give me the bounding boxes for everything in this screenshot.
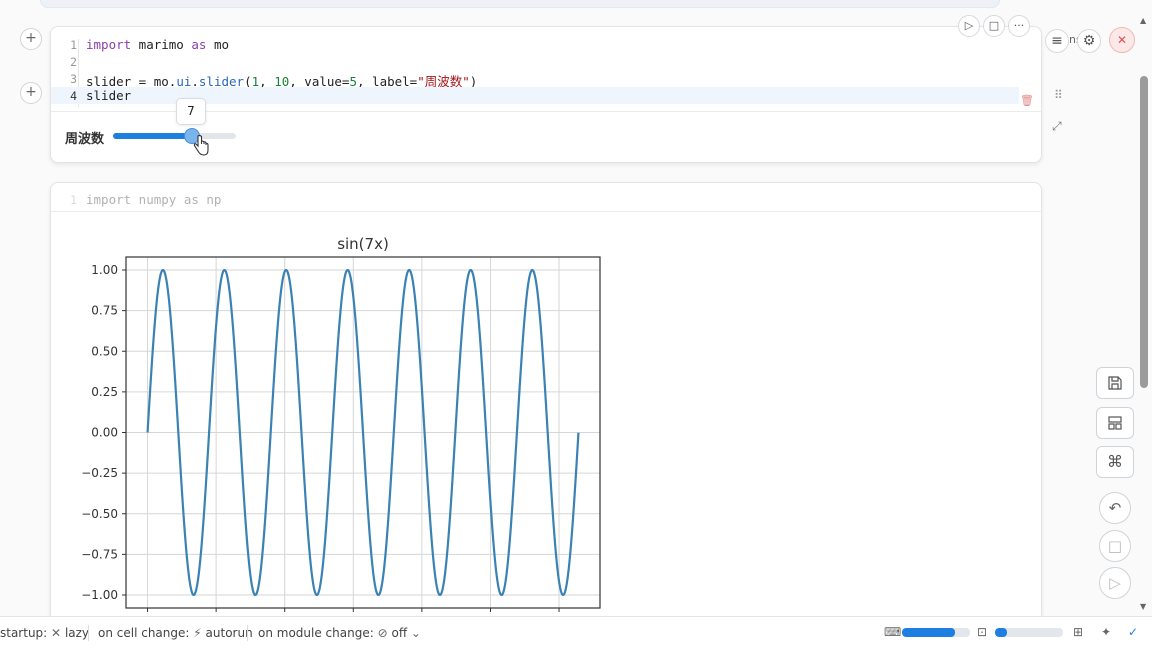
- module-change-setting[interactable]: on module change: ⊘ off ⌄: [258, 626, 421, 640]
- cpu-usage-bar[interactable]: [995, 628, 1063, 637]
- slider-label: 周波数: [65, 132, 105, 147]
- code-line: 2: [51, 53, 1019, 70]
- run-cell-button[interactable]: ▷: [958, 15, 980, 37]
- slider-track[interactable]: [113, 128, 236, 144]
- code-editor[interactable]: 1 import numpy as np: [51, 189, 1041, 209]
- y-tick-label: −0.75: [81, 547, 118, 561]
- layout-icon: [1108, 416, 1122, 430]
- scroll-up-icon[interactable]: ▲: [1140, 16, 1146, 25]
- code-token: slider: [86, 88, 132, 103]
- stop-icon: □: [1107, 537, 1123, 555]
- layout-button[interactable]: [1096, 407, 1134, 439]
- y-tick-label: 0.75: [91, 304, 118, 318]
- startup-label: startup:: [0, 626, 48, 640]
- y-tick-label: −0.50: [81, 507, 118, 521]
- status-bar: startup: ✕ lazy on cell change: ⚡ autoru…: [0, 616, 1152, 648]
- close-button[interactable]: ✕: [1109, 27, 1135, 53]
- ai-sparkle-icon[interactable]: ✦: [1101, 625, 1111, 639]
- cell-change-label: on cell change:: [98, 626, 190, 640]
- module-change-label: on module change:: [258, 626, 374, 640]
- startup-setting[interactable]: startup: ✕ lazy: [0, 626, 89, 640]
- stop-all-button[interactable]: □: [1099, 530, 1131, 562]
- y-tick-label: 1.00: [91, 263, 118, 277]
- expand-icon[interactable]: ⤢: [1052, 119, 1062, 134]
- line-number: 4: [70, 89, 77, 103]
- code-line: 3 slider = mo.ui.slider(1, 10, value=5, …: [51, 70, 1019, 89]
- command-icon: ⌘: [1107, 452, 1123, 471]
- code-token: mo: [206, 37, 230, 52]
- drag-handle-icon[interactable]: ⠿: [1054, 89, 1063, 101]
- run-all-button[interactable]: ▷: [1099, 567, 1131, 599]
- keyword: import: [86, 37, 132, 52]
- slider-fill: [113, 133, 193, 139]
- divider: [88, 625, 89, 641]
- y-tick-label: 0.50: [91, 344, 118, 358]
- cpu-usage-fill: [995, 628, 1008, 637]
- scroll-down-icon[interactable]: ▼: [1140, 602, 1146, 611]
- cell-change-value: autorun: [205, 626, 253, 640]
- line-number: 2: [70, 55, 77, 69]
- chart-title: sin(7x): [337, 235, 389, 253]
- undo-button[interactable]: ↶: [1099, 492, 1131, 524]
- add-cell-above-button[interactable]: +: [20, 28, 42, 50]
- module-change-value: off: [391, 626, 408, 640]
- scrollbar-thumb[interactable]: [1140, 76, 1148, 388]
- slider-value-tooltip: 7: [176, 98, 206, 125]
- chevron-down-icon: ⌄: [410, 626, 421, 640]
- connection-status-icon[interactable]: ✓: [1128, 625, 1138, 639]
- y-tick-label: −1.00: [81, 588, 118, 602]
- notebook-title-bar[interactable]: [40, 0, 1000, 8]
- save-button[interactable]: [1096, 367, 1134, 399]
- startup-value: lazy: [64, 626, 90, 640]
- y-tick-label: 0.25: [91, 385, 118, 399]
- reload-off-icon: ⊘: [377, 626, 388, 640]
- menu-button[interactable]: ≡: [1045, 29, 1069, 53]
- line-number: 1: [70, 38, 77, 52]
- lazy-icon: ✕: [51, 626, 62, 640]
- code-line: 1 import marimo as mo: [51, 36, 1019, 53]
- settings-gear-button[interactable]: ⚙: [1077, 29, 1101, 53]
- y-tick-label: −0.25: [81, 466, 118, 480]
- keyword: as: [191, 37, 207, 52]
- output-divider: [51, 211, 1041, 212]
- command-palette-button[interactable]: ⌘: [1096, 446, 1134, 478]
- add-cell-below-button[interactable]: +: [20, 82, 42, 104]
- hand-cursor-icon: [193, 135, 209, 156]
- y-tick-label: 0.00: [91, 426, 118, 440]
- autorun-icon: ⚡: [193, 626, 202, 640]
- cell-more-button[interactable]: ···: [1008, 15, 1030, 37]
- delete-cell-icon[interactable]: 🗑: [1020, 94, 1034, 108]
- memory-usage-fill: [902, 628, 956, 637]
- plot-cell[interactable]: 1 import numpy as np sin(7x) 1.00 0.75 0.50…: [50, 182, 1042, 622]
- undo-icon: ↶: [1108, 499, 1122, 517]
- sine-chart: sin(7x) 1.00 0.75 0.50 0.25 0.00 −0.25 −0.50 −0.…: [81, 235, 601, 612]
- top-bar: [0, 0, 1152, 16]
- line-number: 1: [70, 193, 77, 207]
- run-icon: ▷: [1109, 574, 1121, 592]
- stop-cell-button[interactable]: □: [983, 15, 1005, 37]
- memory-usage-bar[interactable]: [902, 628, 970, 637]
- map-icon[interactable]: ⊞: [1073, 625, 1083, 639]
- cell-change-setting[interactable]: on cell change: ⚡ autorun: [98, 626, 253, 640]
- cpu-icon: ⊡: [977, 625, 988, 639]
- divider: [247, 625, 248, 641]
- slider-widget[interactable]: 周波数: [65, 125, 245, 147]
- code-token: marimo: [131, 37, 192, 52]
- memory-icon: ⌨: [884, 625, 902, 639]
- save-icon: [1108, 376, 1122, 390]
- code-token: import numpy as np: [86, 192, 222, 207]
- scrollbar[interactable]: ▲ ▼: [1140, 16, 1149, 616]
- line-number: 3: [70, 72, 77, 86]
